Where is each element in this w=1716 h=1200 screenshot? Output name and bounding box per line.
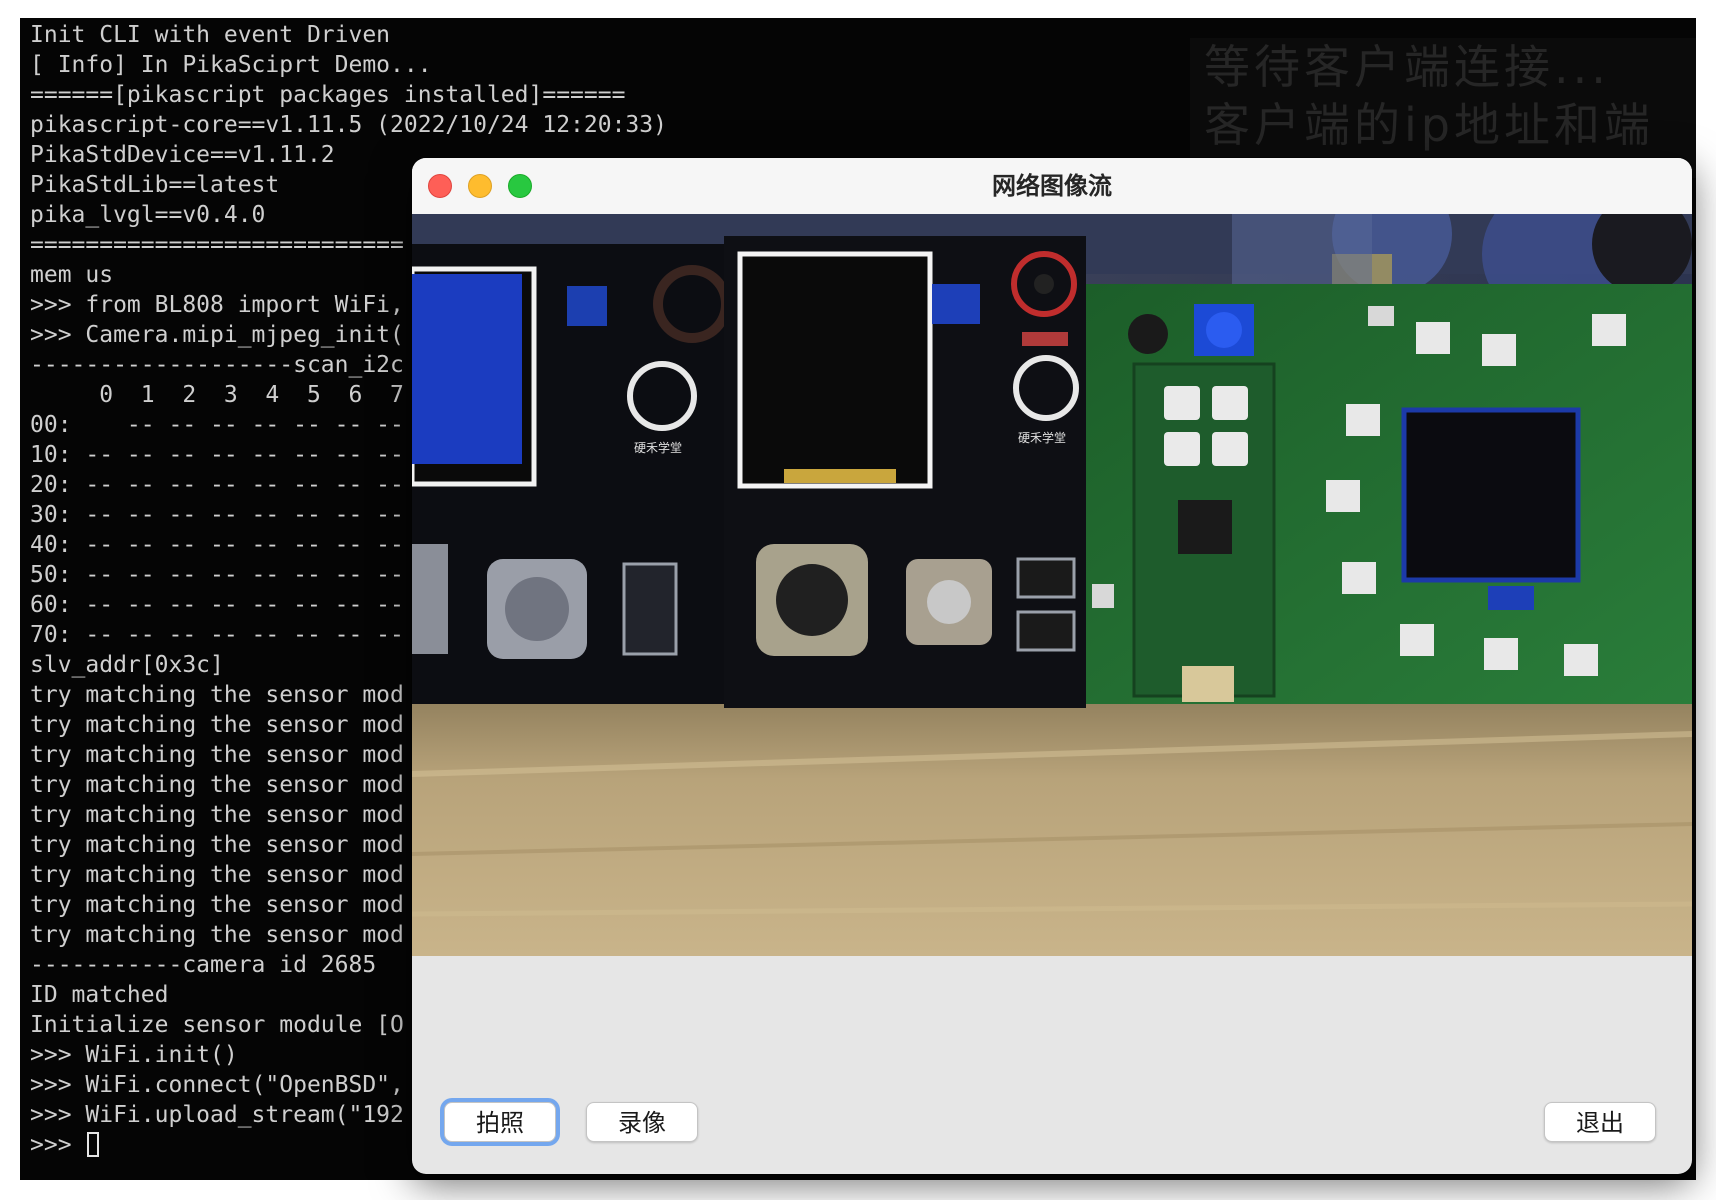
window-title: 网络图像流 [992,172,1112,200]
svg-text:硬禾学堂: 硬禾学堂 [634,440,682,455]
server-line-0: 等待客户端连接... [1204,40,1610,94]
camera-image: 硬禾学堂 硬禾学堂 [412,214,1692,956]
svg-text:硬禾学堂: 硬禾学堂 [1018,430,1066,445]
take-photo-button[interactable]: 拍照 [444,1102,556,1142]
exit-button[interactable]: 退出 [1544,1102,1656,1142]
terminal-line: pikascript-core==v1.11.5 (2022/10/24 12:… [30,112,667,138]
terminal-line: ======[pikascript packages installed]===… [30,82,626,108]
server-window: 等待客户端连接... 客户端的ip地址和端 [1190,38,1696,178]
image-stream-window[interactable]: 网络图像流 硬禾学堂 硬禾学堂 拍照 录像 退出 [412,158,1692,1174]
desktop: 等待客户端连接... 客户端的ip地址和端 Init CLI with even… [0,0,1716,1200]
window-titlebar[interactable]: 网络图像流 [412,158,1692,215]
text-cursor [87,1132,100,1157]
terminal-line: [ Info] In PikaSciprt Demo... [30,52,432,78]
terminal-line: Init CLI with event Driven [30,22,391,48]
terminal-prompt: >>> [30,1132,86,1158]
server-line-1: 客户端的ip地址和端 [1204,98,1654,152]
record-video-button[interactable]: 录像 [586,1102,698,1142]
camera-frame: 硬禾学堂 硬禾学堂 [412,214,1692,956]
